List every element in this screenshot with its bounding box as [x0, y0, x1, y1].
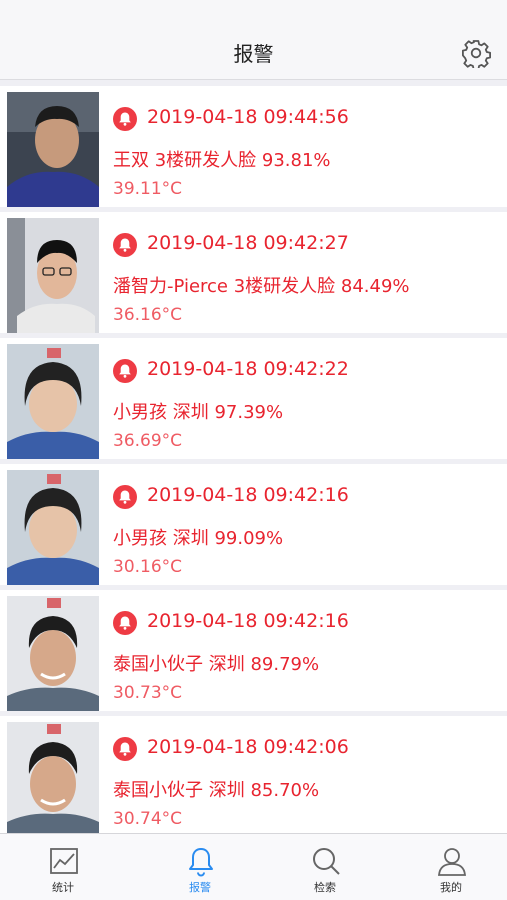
- chart-icon: [50, 848, 78, 874]
- user-icon: [438, 848, 466, 876]
- alarm-description: 泰国小伙子 深圳 85.70%: [113, 780, 320, 801]
- nav-bar: 报警: [0, 0, 507, 80]
- alarm-description: 泰国小伙子 深圳 89.79%: [113, 654, 320, 675]
- alarm-item[interactable]: 2019-04-18 09:42:27 潘智力-Pierce 3楼研发人脸 84…: [0, 212, 507, 333]
- alarm-temperature: 36.16°C: [113, 305, 183, 325]
- alarm-temperature: 30.73°C: [113, 683, 183, 703]
- tab-profile[interactable]: 我的: [388, 834, 507, 900]
- face-thumbnail: [7, 92, 99, 207]
- page-title: 报警: [233, 42, 274, 66]
- tab-label: 报警: [189, 881, 211, 894]
- alarm-time: 2019-04-18 09:42:06: [147, 736, 349, 758]
- alarm-bell-icon: [113, 107, 137, 131]
- alarm-time: 2019-04-18 09:42:22: [147, 358, 349, 380]
- alarm-time: 2019-04-18 09:44:56: [147, 106, 349, 128]
- alarm-temperature: 30.74°C: [113, 809, 183, 829]
- bell-icon: [189, 848, 213, 877]
- alarm-item[interactable]: 2019-04-18 09:42:16 小男孩 深圳 99.09% 30.16°…: [0, 464, 507, 585]
- alarm-description: 王双 3楼研发人脸 93.81%: [113, 150, 331, 171]
- tab-search[interactable]: 检索: [262, 834, 388, 900]
- tab-bar: 统计 报警 检索 我的: [0, 833, 507, 900]
- alarm-list[interactable]: 2019-04-18 09:44:56 王双 3楼研发人脸 93.81% 39.…: [0, 81, 507, 833]
- alarm-item[interactable]: 2019-04-18 09:44:56 王双 3楼研发人脸 93.81% 39.…: [0, 86, 507, 207]
- alarm-description: 潘智力-Pierce 3楼研发人脸 84.49%: [113, 276, 410, 297]
- alarm-time: 2019-04-18 09:42:16: [147, 484, 349, 506]
- face-thumbnail: [7, 218, 99, 333]
- alarm-bell-icon: [113, 359, 137, 383]
- alarm-time: 2019-04-18 09:42:27: [147, 232, 349, 254]
- alarm-bell-icon: [113, 611, 137, 635]
- face-thumbnail: [7, 344, 99, 459]
- alarm-temperature: 30.16°C: [113, 557, 183, 577]
- face-thumbnail: [7, 722, 99, 833]
- alarm-temperature: 39.11°C: [113, 179, 183, 199]
- alarm-bell-icon: [113, 737, 137, 761]
- settings-gear-icon[interactable]: [461, 38, 491, 71]
- alarm-bell-icon: [113, 233, 137, 257]
- face-thumbnail: [7, 470, 99, 585]
- tab-label: 统计: [52, 881, 74, 894]
- alarm-item[interactable]: 2019-04-18 09:42:16 泰国小伙子 深圳 89.79% 30.7…: [0, 590, 507, 711]
- face-thumbnail: [7, 596, 99, 711]
- alarm-temperature: 36.69°C: [113, 431, 183, 451]
- alarm-description: 小男孩 深圳 99.09%: [113, 528, 284, 549]
- alarm-item[interactable]: 2019-04-18 09:42:22 小男孩 深圳 97.39% 36.69°…: [0, 338, 507, 459]
- alarm-item[interactable]: 2019-04-18 09:42:06 泰国小伙子 深圳 85.70% 30.7…: [0, 716, 507, 833]
- alarm-bell-icon: [113, 485, 137, 509]
- tab-label: 我的: [440, 881, 462, 894]
- search-icon: [313, 848, 340, 875]
- alarm-time: 2019-04-18 09:42:16: [147, 610, 349, 632]
- tab-label: 检索: [314, 881, 336, 894]
- alarm-description: 小男孩 深圳 97.39%: [113, 402, 284, 423]
- tab-statistics[interactable]: 统计: [0, 834, 126, 900]
- tab-alarm[interactable]: 报警: [137, 834, 263, 900]
